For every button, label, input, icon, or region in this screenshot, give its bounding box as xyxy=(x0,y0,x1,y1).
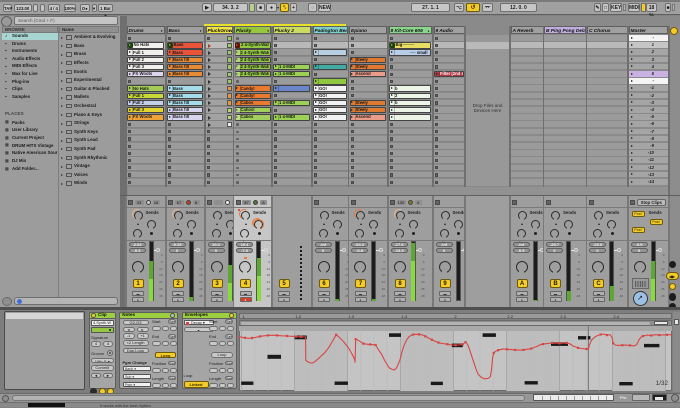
svg-text:1/32: 1/32 xyxy=(656,380,669,387)
